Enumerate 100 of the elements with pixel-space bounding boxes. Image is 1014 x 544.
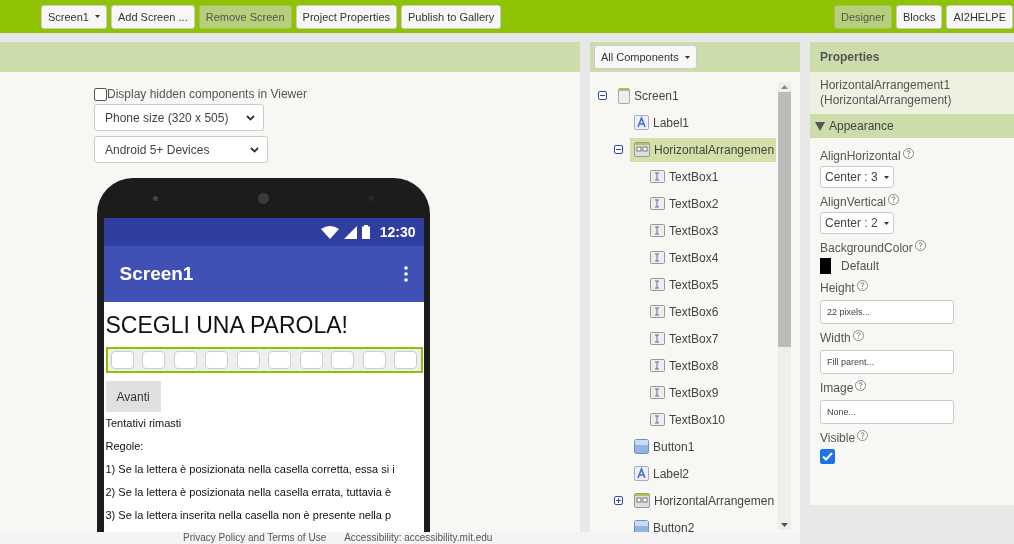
color-swatch[interactable] [820, 258, 831, 274]
text-line: 2) Se la lettera è posizionata nella casella errata, tuttavia è [105, 485, 393, 500]
section-header[interactable]: Appearance [810, 114, 1014, 138]
color-value: Default [841, 259, 880, 273]
component-name: HorizontalArrangement1 (HorizontalArrangement) [810, 72, 1014, 114]
arrangement-icon [634, 142, 650, 157]
app-title: Screen1 [119, 263, 194, 285]
letter-input[interactable] [299, 351, 323, 369]
editor-tab[interactable]: Designer [833, 4, 892, 29]
property-name: Visible [820, 430, 856, 446]
editor-tab[interactable]: Blocks [896, 4, 943, 29]
tree-item[interactable]: Label2 [630, 461, 692, 486]
help-icon[interactable] [852, 330, 864, 341]
property-field[interactable]: 22 pixels... [820, 300, 954, 324]
letter-input[interactable] [268, 351, 292, 369]
property-name: BackgroundColor [820, 240, 913, 256]
heading-label: SCEGLI UNA PAROLA! [105, 311, 349, 340]
caret-icon [684, 55, 690, 59]
footer-link[interactable]: Privacy Policy and Terms of Use [183, 532, 327, 544]
arrangement-icon [634, 493, 650, 508]
textbox-icon [650, 224, 665, 237]
status-time: 12:30 [379, 224, 416, 240]
letter-input[interactable] [362, 351, 386, 369]
tree-item[interactable]: HorizontalArrangemen [630, 488, 777, 513]
help-icon[interactable] [902, 148, 914, 159]
checkbox[interactable] [94, 87, 107, 101]
editor-tab[interactable]: AI2HELPE [946, 4, 1013, 29]
tree-item[interactable]: TextBox8 [646, 353, 721, 378]
collapse-icon[interactable] [614, 145, 623, 154]
caret-icon [95, 15, 100, 18]
tree-item[interactable]: TextBox9 [646, 380, 721, 405]
panel-title: Properties [820, 50, 880, 64]
tree-item[interactable]: TextBox6 [646, 299, 721, 324]
tree-item[interactable]: TextBox5 [646, 272, 721, 297]
scrollbar[interactable] [778, 82, 791, 530]
tree-item[interactable]: TextBox1 [646, 164, 721, 189]
property-name: AlignVertical [820, 194, 887, 210]
tree-item[interactable]: TextBox4 [646, 245, 721, 270]
collapse-icon[interactable] [598, 91, 607, 100]
camera-icon [153, 195, 158, 201]
property-name: Height [820, 280, 855, 296]
screen-dropdown[interactable]: Screen1 [41, 4, 107, 29]
tree-item[interactable]: TextBox7 [646, 326, 721, 351]
caret-icon [883, 175, 889, 179]
textbox-icon [650, 170, 665, 183]
caret-icon [883, 221, 889, 225]
next-button[interactable]: Avanti [105, 381, 161, 412]
letter-input[interactable] [236, 351, 260, 369]
checkbox[interactable] [820, 449, 835, 464]
property-field[interactable]: None... [820, 400, 954, 424]
textbox-icon [650, 413, 665, 426]
toolbar-button[interactable]: Add Screen ... [111, 4, 195, 29]
letter-input[interactable] [394, 351, 418, 369]
textbox-icon [650, 386, 665, 399]
property-dropdown[interactable]: Center : 2 [820, 212, 894, 234]
property-name: Width [820, 330, 851, 346]
help-icon[interactable] [856, 280, 868, 291]
speaker-icon [258, 192, 269, 204]
expand-icon[interactable] [614, 496, 623, 505]
help-icon[interactable] [857, 430, 869, 441]
scroll-up-icon[interactable] [781, 85, 788, 89]
text-line: Regole: [105, 439, 145, 454]
signal-icon [343, 225, 357, 239]
textbox-icon [650, 197, 665, 210]
label-icon [634, 466, 649, 481]
letter-input[interactable] [110, 351, 134, 369]
toolbar-button[interactable]: Project Properties [295, 4, 397, 29]
components-filter-dropdown[interactable]: All Components [594, 45, 697, 69]
tree-item[interactable]: Screen1 [614, 83, 681, 108]
tree-item[interactable]: TextBox10 [646, 407, 728, 432]
property-field[interactable]: Fill parent... [820, 350, 954, 374]
tree-item[interactable]: HorizontalArrangemen [630, 137, 777, 162]
letter-input[interactable] [205, 351, 229, 369]
tree-item[interactable]: TextBox2 [646, 191, 721, 216]
toolbar-button[interactable]: Publish to Gallery [401, 4, 502, 29]
theme-select[interactable]: Android 5+ Devices [94, 136, 268, 163]
letter-input[interactable] [142, 351, 166, 369]
footer-link[interactable]: Accessibility: accessibility.mit.edu [344, 532, 493, 544]
letter-input[interactable] [173, 351, 197, 369]
tree-item[interactable]: Button1 [630, 434, 697, 459]
wifi-icon [320, 225, 339, 239]
help-icon[interactable] [855, 380, 867, 391]
letter-input[interactable] [331, 351, 355, 369]
phone-size-select[interactable]: Phone size (320 x 505) [94, 104, 264, 131]
scroll-down-icon[interactable] [781, 523, 788, 527]
screen-icon [618, 87, 630, 104]
tree-item[interactable]: Label1 [630, 110, 692, 135]
textbox-icon [650, 305, 665, 318]
property-name: Image [820, 380, 854, 396]
more-icon[interactable] [403, 266, 408, 282]
checkbox-label: Display hidden components in Viewer [107, 87, 307, 101]
help-icon[interactable] [888, 194, 900, 205]
chevron-icon [246, 114, 255, 121]
textbox-icon [650, 251, 665, 264]
button-icon [634, 520, 649, 532]
help-icon[interactable] [914, 240, 926, 251]
tree-item[interactable]: TextBox3 [646, 218, 721, 243]
text-line: Tentativi rimasti [105, 416, 183, 431]
property-dropdown[interactable]: Center : 3 [820, 166, 894, 188]
textbox-icon [650, 359, 665, 372]
